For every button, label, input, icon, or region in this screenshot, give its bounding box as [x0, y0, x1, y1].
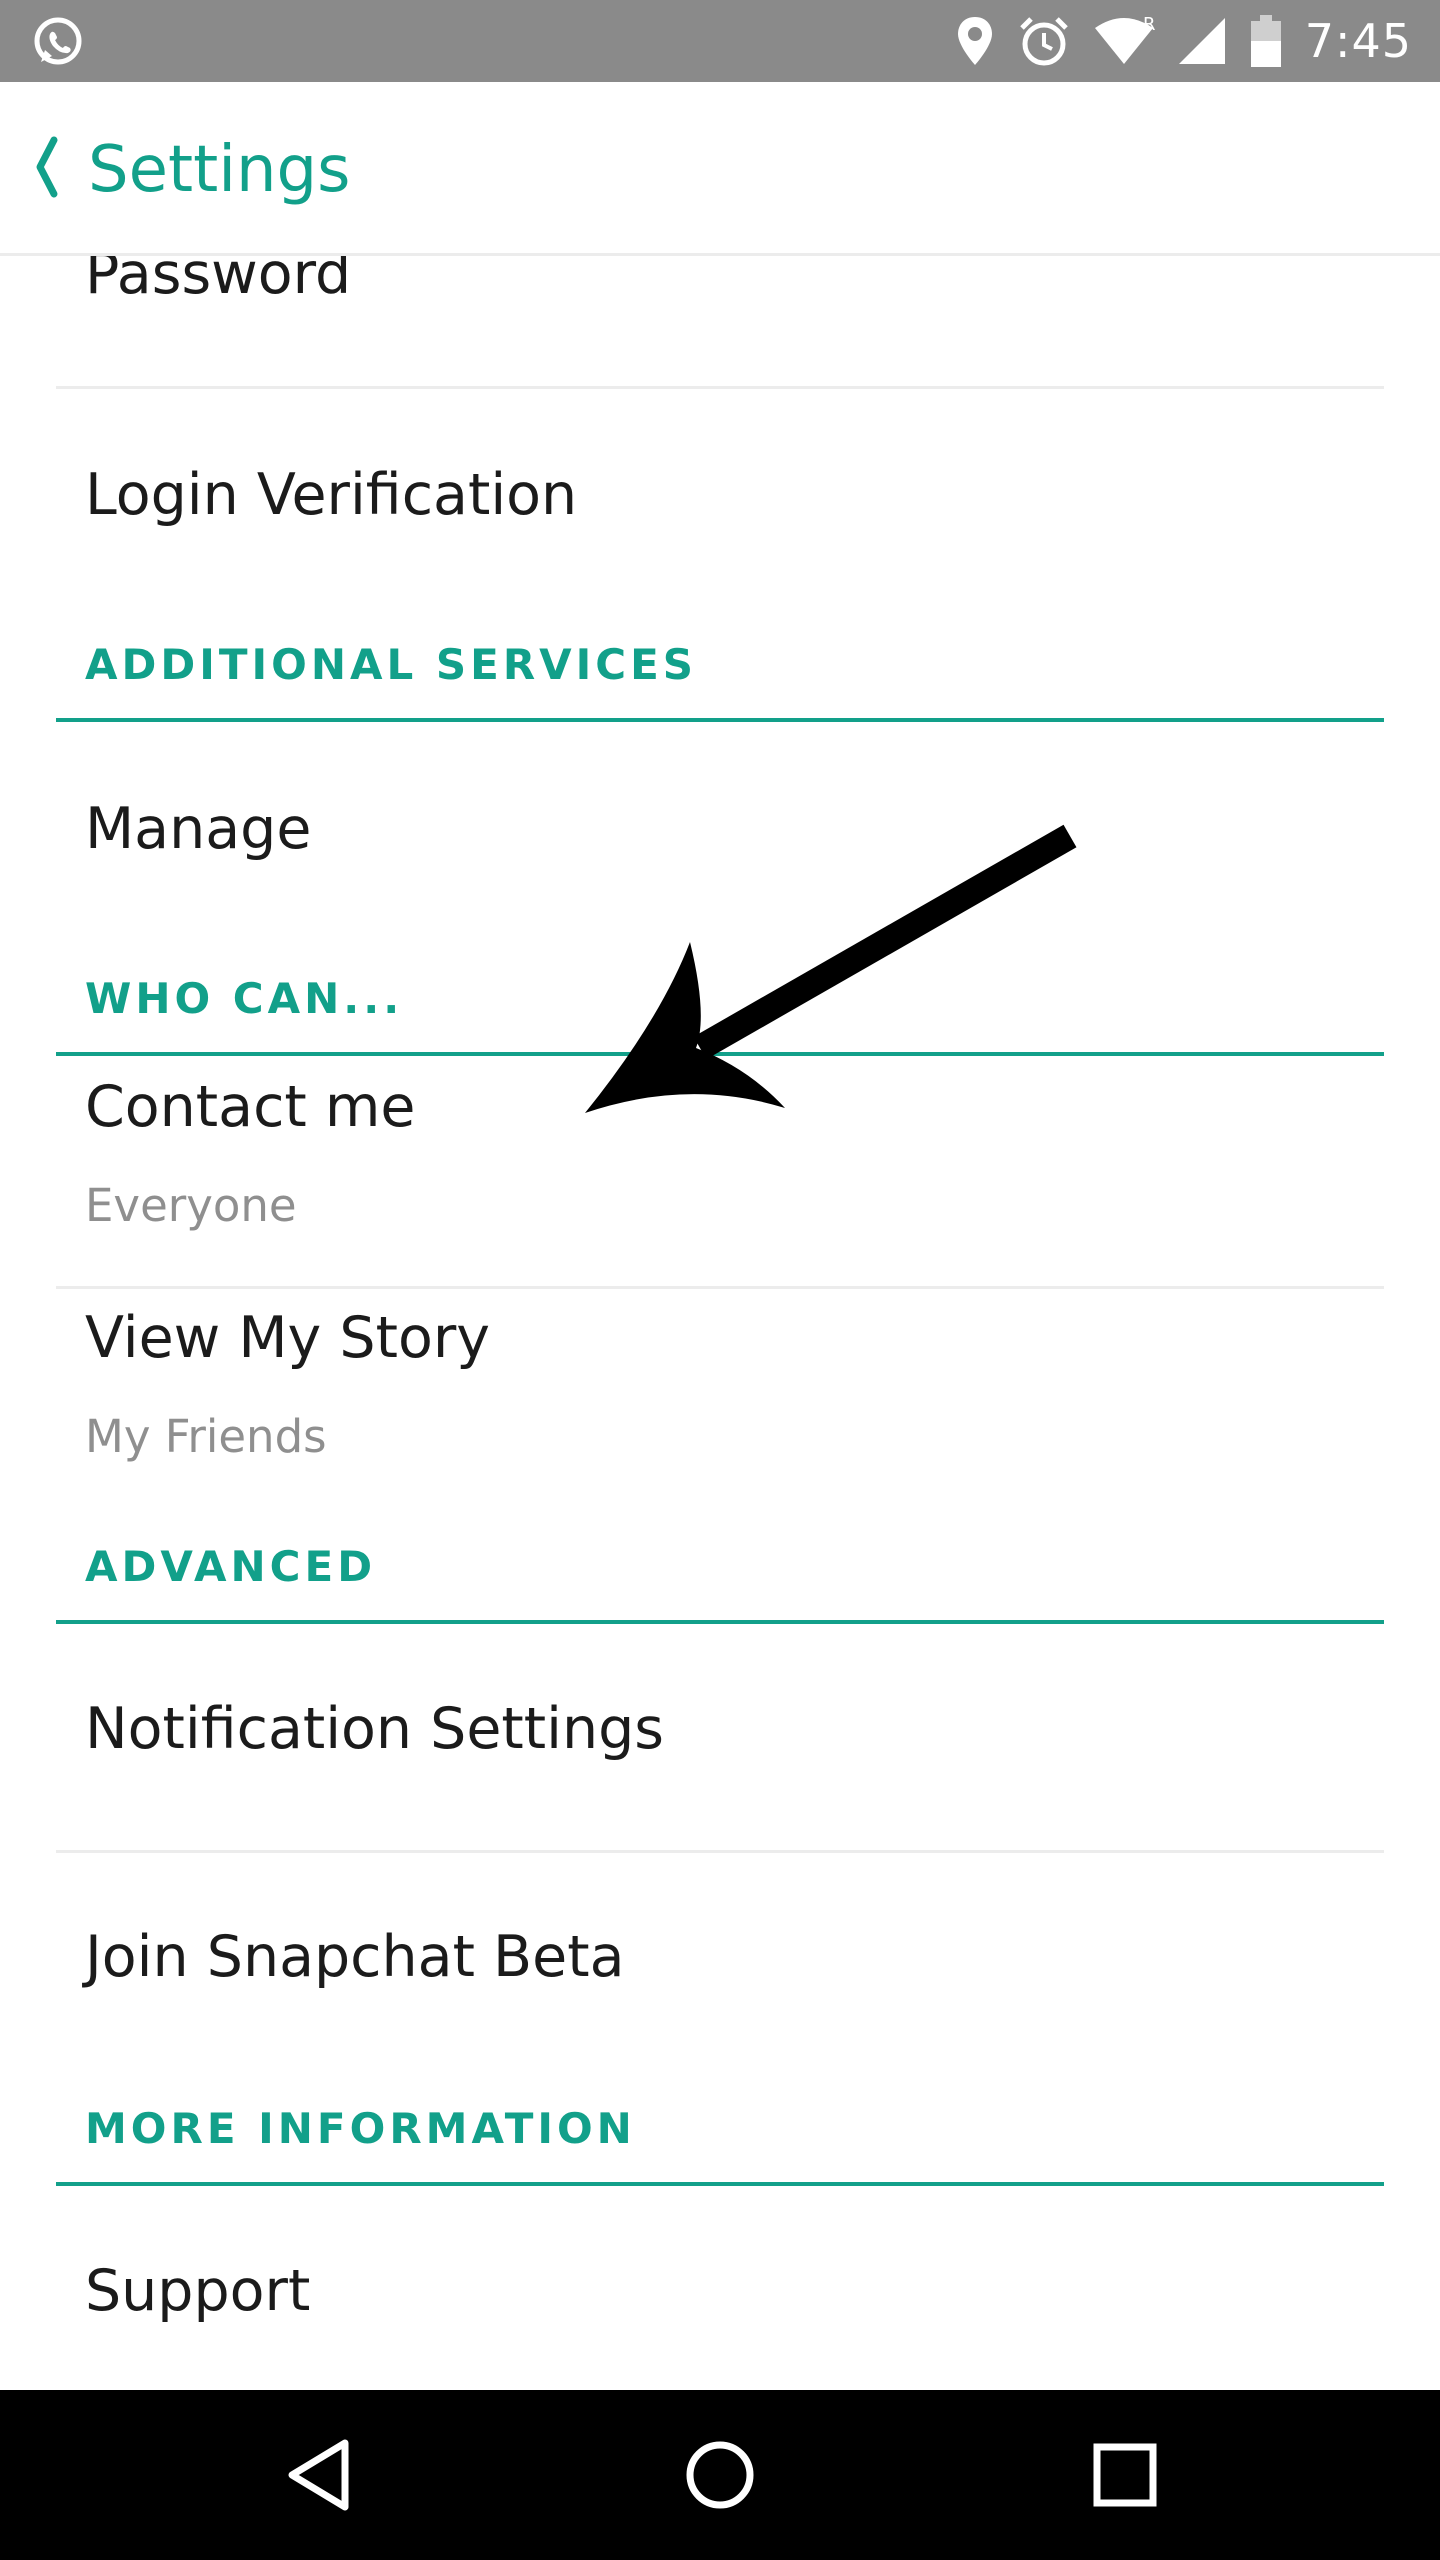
alarm-icon	[1019, 17, 1068, 66]
settings-item-label: Join Snapchat Beta	[85, 1924, 625, 1990]
settings-item-support[interactable]: Support	[0, 2186, 1440, 2390]
settings-item-password[interactable]: Password	[0, 256, 1440, 386]
wifi-icon: R	[1094, 16, 1155, 64]
divider	[56, 1286, 1384, 1289]
status-bar: R 7:45	[0, 0, 1440, 82]
settings-list[interactable]: Password Login Verification ADDITIONAL S…	[0, 256, 1440, 2390]
settings-item-label: View My Story	[85, 1305, 490, 1371]
signal-icon	[1178, 18, 1225, 64]
divider	[56, 1850, 1384, 1853]
nav-recents-icon[interactable]	[1075, 2425, 1175, 2525]
navigation-bar	[0, 2390, 1440, 2560]
page-title: Settings	[88, 133, 351, 207]
whatsapp-icon	[34, 17, 82, 65]
location-icon	[957, 17, 992, 65]
settings-item-label: Notification Settings	[85, 1696, 664, 1762]
section-header-who-can: WHO CAN...	[85, 974, 404, 1023]
settings-item-login-verification[interactable]: Login Verification	[0, 390, 1440, 600]
settings-item-join-snapchat-beta[interactable]: Join Snapchat Beta	[0, 1854, 1440, 2084]
settings-item-manage[interactable]: Manage	[0, 722, 1440, 952]
settings-item-label: Password	[85, 256, 352, 307]
settings-item-label: Login Verification	[85, 462, 578, 528]
section-header-more-information: MORE INFORMATION	[85, 2104, 636, 2153]
clock: 7:45	[1304, 14, 1412, 68]
section-header-advanced: ADVANCED	[85, 1542, 377, 1591]
battery-icon	[1250, 15, 1281, 67]
status-icons: R 7:45	[955, 0, 1412, 82]
settings-item-value: My Friends	[85, 1410, 327, 1463]
settings-item-view-my-story[interactable]: View My Story My Friends	[0, 1290, 1440, 1520]
section-header-additional-services: ADDITIONAL SERVICES	[85, 640, 698, 689]
settings-item-contact-me[interactable]: Contact me Everyone	[0, 1056, 1440, 1286]
settings-item-notification-settings[interactable]: Notification Settings	[0, 1624, 1440, 1850]
nav-home-icon[interactable]	[670, 2425, 770, 2525]
settings-item-label: Support	[85, 2258, 311, 2324]
settings-item-label: Contact me	[85, 1074, 416, 1140]
settings-item-label: Manage	[85, 796, 312, 862]
app-header: Settings	[0, 82, 1440, 256]
roaming-indicator: R	[1143, 16, 1155, 35]
settings-item-value: Everyone	[85, 1179, 297, 1232]
chevron-left-icon[interactable]	[24, 122, 68, 212]
nav-back-icon[interactable]	[270, 2425, 370, 2525]
divider	[56, 386, 1384, 389]
